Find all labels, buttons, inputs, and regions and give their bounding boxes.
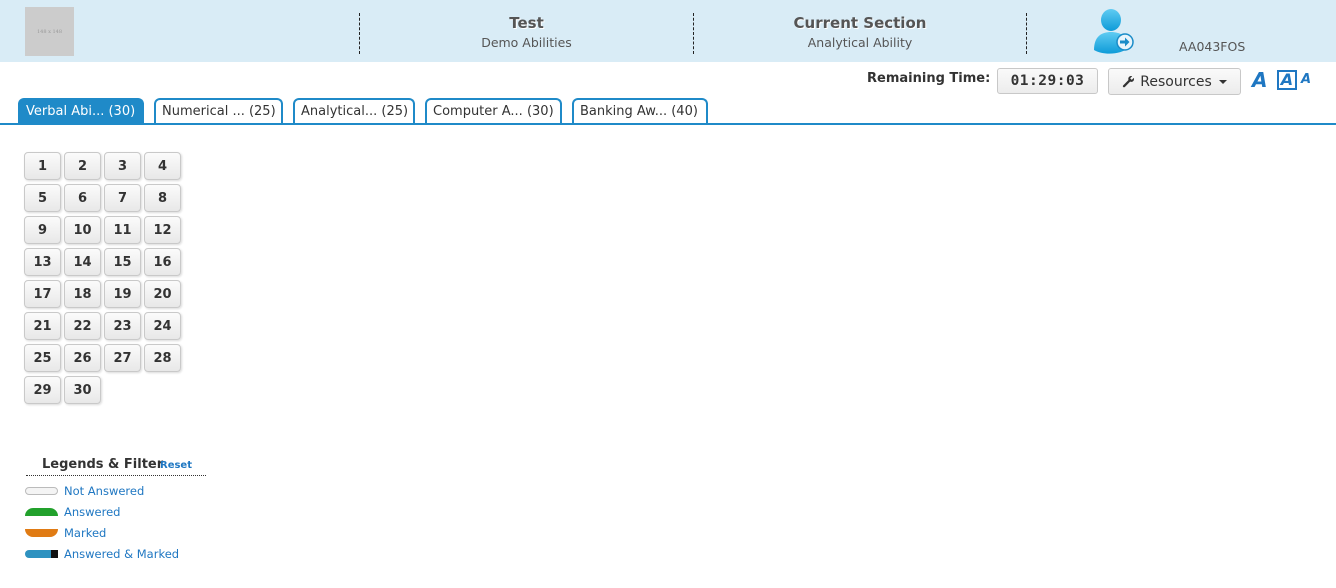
question-button[interactable]: 24	[144, 312, 181, 340]
question-button[interactable]: 27	[104, 344, 141, 372]
question-button[interactable]: 10	[64, 216, 101, 244]
legend-reset-link[interactable]: Reset	[160, 460, 192, 471]
question-button[interactable]: 29	[24, 376, 61, 404]
legend-label: Answered & Marked	[64, 547, 180, 561]
caret-down-icon	[1218, 79, 1227, 84]
question-palette: 1 2 3 4 5 6 7 8 9 10 11 12 13 14 15 16 1…	[24, 152, 186, 404]
tab-analytical-ability[interactable]: Analytical... (25)	[293, 98, 415, 123]
legend-filter-answered-marked[interactable]: Answered & Marked	[25, 547, 179, 561]
question-button[interactable]: 7	[104, 184, 141, 212]
legend-label: Not Answered	[64, 484, 145, 498]
font-size-large-button[interactable]: A	[1252, 68, 1267, 92]
question-button[interactable]: 2	[64, 152, 101, 180]
section-tabs: Verbal Abi... (30) Numerical ... (25) An…	[0, 98, 1336, 125]
resources-button[interactable]: Resources	[1108, 68, 1241, 95]
test-info: Test Demo Abilities	[360, 14, 693, 50]
font-size-medium-button[interactable]: A	[1277, 70, 1297, 90]
section-info: Current Section Analytical Ability	[694, 14, 1026, 50]
user-logout-icon[interactable]	[1090, 8, 1136, 56]
font-size-small-button[interactable]: A	[1301, 72, 1311, 87]
legend-filter-marked[interactable]: Marked	[25, 526, 106, 540]
question-button[interactable]: 19	[104, 280, 141, 308]
question-button[interactable]: 3	[104, 152, 141, 180]
question-button[interactable]: 8	[144, 184, 181, 212]
marked-swatch	[25, 529, 58, 537]
section-label: Current Section	[793, 14, 927, 32]
section-name: Analytical Ability	[807, 35, 913, 50]
question-button[interactable]: 22	[64, 312, 101, 340]
remaining-time: 01:29:03	[997, 68, 1098, 94]
legend-label: Marked	[64, 526, 107, 540]
question-button[interactable]: 14	[64, 248, 101, 276]
question-button[interactable]: 9	[24, 216, 61, 244]
tab-verbal-ability[interactable]: Verbal Abi... (30)	[18, 98, 144, 123]
tab-computer-awareness[interactable]: Computer A... (30)	[425, 98, 562, 123]
question-button[interactable]: 26	[64, 344, 101, 372]
question-button[interactable]: 1	[24, 152, 61, 180]
question-button[interactable]: 17	[24, 280, 61, 308]
legend-title: Legends & Filter	[42, 457, 164, 472]
wrench-icon	[1123, 76, 1135, 88]
remaining-time-label: Remaining Time:	[867, 71, 991, 86]
legend-divider	[26, 475, 206, 476]
question-button[interactable]: 15	[104, 248, 141, 276]
resources-label: Resources	[1140, 73, 1212, 90]
tab-banking-awareness[interactable]: Banking Aw... (40)	[572, 98, 708, 123]
question-button[interactable]: 20	[144, 280, 181, 308]
question-button[interactable]: 11	[104, 216, 141, 244]
not-answered-swatch	[25, 487, 58, 495]
question-button[interactable]: 18	[64, 280, 101, 308]
answered-marked-swatch	[25, 550, 58, 558]
question-button[interactable]: 30	[64, 376, 101, 404]
question-button[interactable]: 21	[24, 312, 61, 340]
test-label: Test	[509, 14, 544, 32]
question-button[interactable]: 28	[144, 344, 181, 372]
header-divider	[1026, 13, 1027, 54]
answered-swatch	[25, 508, 58, 516]
legend-filter-answered[interactable]: Answered	[25, 505, 120, 519]
user-id: AA043FOS	[1179, 39, 1246, 54]
question-button[interactable]: 5	[24, 184, 61, 212]
test-name: Demo Abilities	[481, 35, 572, 50]
tab-numerical-ability[interactable]: Numerical ... (25)	[154, 98, 283, 123]
header: 148 x 148 Test Demo Abilities Current Se…	[0, 0, 1336, 62]
question-button[interactable]: 23	[104, 312, 141, 340]
logo-placeholder: 148 x 148	[25, 7, 74, 56]
question-button[interactable]: 12	[144, 216, 181, 244]
question-button[interactable]: 16	[144, 248, 181, 276]
question-button[interactable]: 4	[144, 152, 181, 180]
question-button[interactable]: 13	[24, 248, 61, 276]
question-button[interactable]: 25	[24, 344, 61, 372]
legend-filter-not-answered[interactable]: Not Answered	[25, 484, 144, 498]
question-button[interactable]: 6	[64, 184, 101, 212]
legend-label: Answered	[64, 505, 121, 519]
